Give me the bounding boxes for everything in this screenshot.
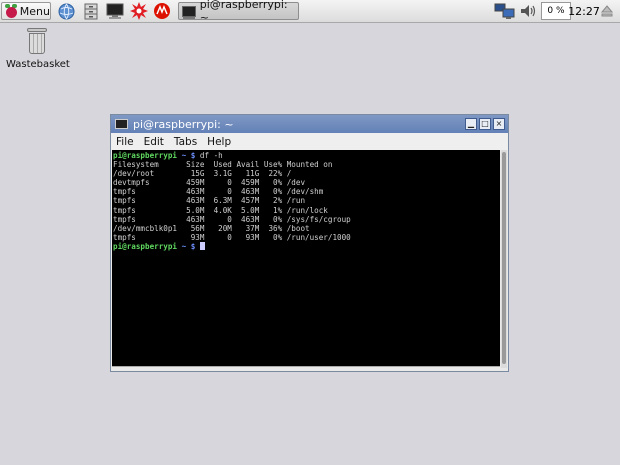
menu-edit[interactable]: Edit: [144, 136, 164, 148]
maximize-button[interactable]: □: [479, 118, 491, 130]
menu-help[interactable]: Help: [207, 136, 231, 148]
raspberry-pi-icon: [5, 4, 17, 18]
prompt-path: ~ $: [181, 241, 196, 251]
eject-button[interactable]: [598, 2, 616, 20]
terminal-icon: [115, 119, 128, 129]
speaker-icon: [521, 5, 536, 17]
terminal-scrollbar[interactable]: [501, 150, 507, 368]
clock[interactable]: 12:27: [568, 2, 600, 20]
output-line: devtmpfs 459M 0 459M 0% /dev: [113, 178, 306, 188]
network-indicator[interactable]: [493, 2, 517, 20]
cpu-usage-monitor[interactable]: 0 %: [541, 2, 571, 20]
prompt-user: pi@raspberrypi: [113, 151, 178, 160]
text-cursor: [199, 241, 205, 250]
taskbar-window-terminal[interactable]: pi@raspberrypi: ~: [178, 0, 299, 24]
output-line: /dev/mmcblk0p1 56M 20M 37M 36% /boot: [113, 223, 310, 233]
window-bottom-edge: [112, 366, 500, 370]
eject-icon: [600, 5, 614, 17]
command-text: df -h: [199, 151, 223, 160]
window-title: pi@raspberrypi: ~: [133, 117, 234, 131]
mathematica-launcher[interactable]: [130, 2, 148, 20]
output-line: tmpfs 463M 0 463M 0% /dev/shm: [113, 187, 324, 197]
monitor-icon: [106, 3, 124, 19]
network-icon: [494, 3, 515, 19]
file-cabinet-icon: [84, 3, 98, 19]
red-star-icon: [130, 2, 148, 20]
trash-icon: [27, 28, 47, 54]
trash-label: Wastebasket: [6, 59, 70, 70]
output-line: /dev/root 15G 3.1G 11G 22% /: [113, 169, 292, 179]
web-browser-launcher[interactable]: [57, 2, 75, 20]
terminal-output[interactable]: pi@raspberrypi ~ $ df -h Filesystem Size…: [112, 150, 500, 368]
output-line: tmpfs 93M 0 93M 0% /run/user/1000: [113, 232, 351, 242]
menu-label: Menu: [19, 4, 50, 18]
prompt-path: ~ $: [181, 151, 196, 160]
scrollbar-thumb[interactable]: [502, 152, 506, 364]
output-line: tmpfs 463M 0 463M 0% /sys/fs/cgroup: [113, 214, 351, 224]
desktop-icon-wastebasket[interactable]: Wastebasket: [6, 28, 70, 70]
menu-tabs[interactable]: Tabs: [174, 136, 197, 148]
wolfram-icon: [154, 3, 170, 19]
taskbar: Menu pi@raspberrypi: ~ 0 % 12:27: [0, 0, 620, 24]
terminal-window: pi@raspberrypi: ~ ▁ □ × File Edit Tabs H…: [110, 114, 509, 372]
menu-button[interactable]: Menu: [1, 2, 51, 20]
window-menubar: File Edit Tabs Help: [111, 133, 508, 150]
wolfram-launcher[interactable]: [153, 2, 171, 20]
terminal-icon: [182, 5, 196, 19]
output-line: tmpfs 463M 6.3M 457M 2% /run: [113, 196, 306, 206]
task-label: pi@raspberrypi: ~: [199, 0, 288, 24]
file-manager-launcher[interactable]: [82, 2, 100, 20]
output-line: tmpfs 5.0M 4.0K 5.0M 1% /run/lock: [113, 205, 328, 215]
prompt-user: pi@raspberrypi: [113, 241, 178, 251]
minimize-button[interactable]: ▁: [465, 118, 477, 130]
volume-control[interactable]: [518, 2, 538, 20]
window-titlebar[interactable]: pi@raspberrypi: ~ ▁ □ ×: [111, 115, 508, 133]
output-line: Filesystem Size Used Avail Use% Mounted …: [113, 160, 333, 170]
close-button[interactable]: ×: [493, 118, 505, 130]
terminal-launcher[interactable]: [106, 2, 124, 20]
menu-file[interactable]: File: [116, 136, 134, 148]
globe-icon: [58, 3, 74, 19]
